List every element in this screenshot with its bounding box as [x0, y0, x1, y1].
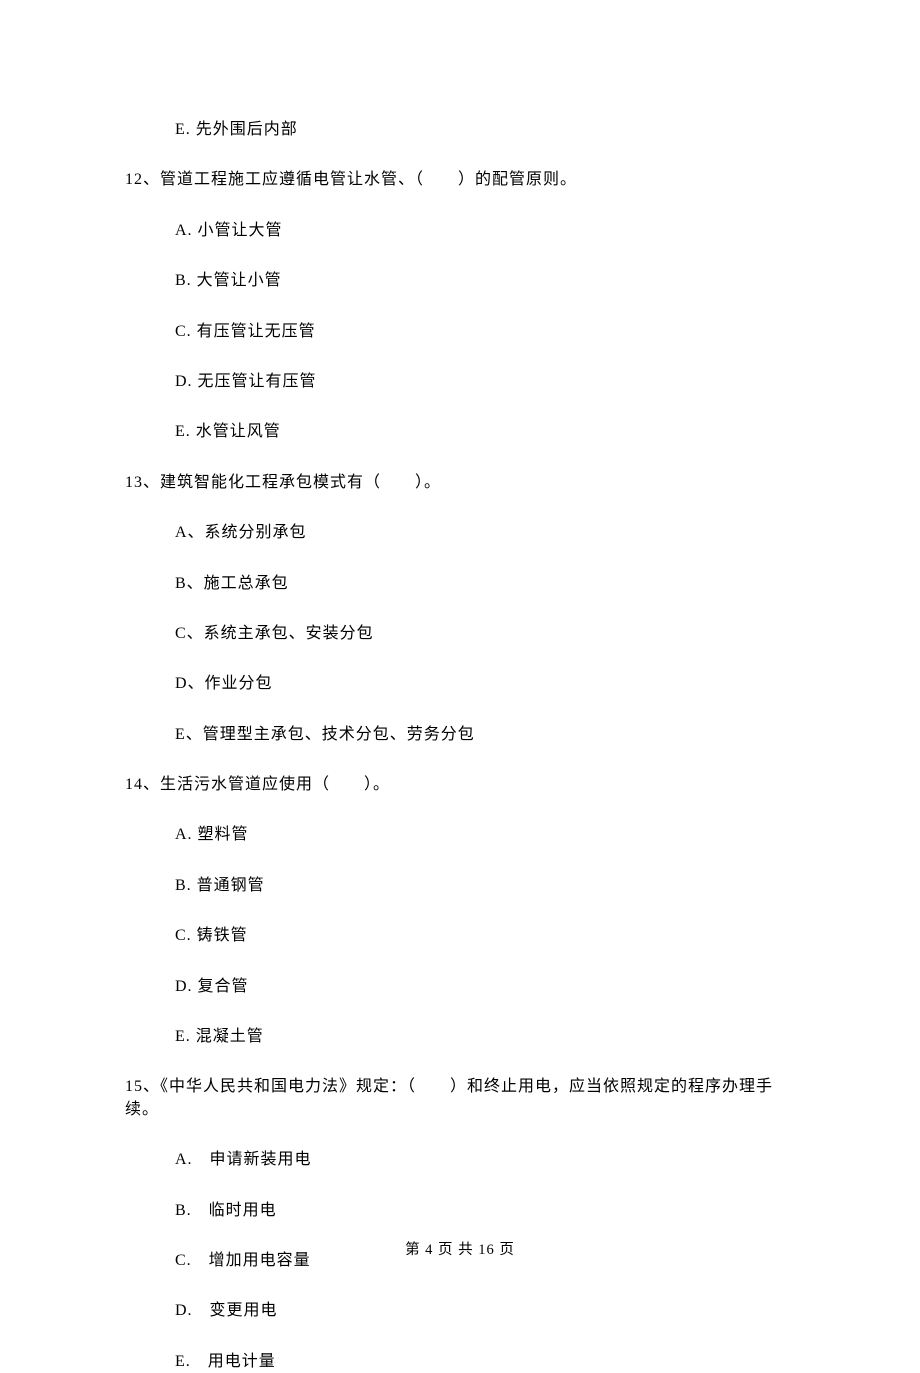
question-15: 15、《中华人民共和国电力法》规定：（ ）和终止用电，应当依照规定的程序办理手续… [125, 1076, 795, 1121]
option-14-a: A. 塑料管 [175, 824, 795, 846]
option-13-a: A、系统分别承包 [175, 522, 795, 544]
option-13-b: B、施工总承包 [175, 573, 795, 595]
option-14-c: C. 铸铁管 [175, 925, 795, 947]
option-13-d: D、作业分包 [175, 673, 795, 695]
option-12-c: C. 有压管让无压管 [175, 321, 795, 343]
option-15-e: E. 用电计量 [175, 1351, 795, 1373]
option-12-d: D. 无压管让有压管 [175, 371, 795, 393]
option-13-e: E、管理型主承包、技术分包、劳务分包 [175, 724, 795, 746]
option-14-e: E. 混凝土管 [175, 1026, 795, 1048]
options-12: A. 小管让大管 B. 大管让小管 C. 有压管让无压管 D. 无压管让有压管 … [175, 220, 795, 444]
option-14-d: D. 复合管 [175, 976, 795, 998]
options-14: A. 塑料管 B. 普通钢管 C. 铸铁管 D. 复合管 E. 混凝土管 [175, 824, 795, 1048]
options-13: A、系统分别承包 B、施工总承包 C、系统主承包、安装分包 D、作业分包 E、管… [175, 522, 795, 746]
question-13: 13、建筑智能化工程承包模式有（ ）。 [125, 472, 795, 494]
question-14: 14、生活污水管道应使用（ ）。 [125, 774, 795, 796]
option-12-a: A. 小管让大管 [175, 220, 795, 242]
orphan-option-e: E. 先外围后内部 [175, 119, 795, 141]
option-15-b: B. 临时用电 [175, 1200, 795, 1222]
options-15: A. 申请新装用电 B. 临时用电 C. 增加用电容量 D. 变更用电 E. 用… [175, 1149, 795, 1373]
page-footer: 第 4 页 共 16 页 [0, 1240, 920, 1260]
option-12-e: E. 水管让风管 [175, 421, 795, 443]
option-15-a: A. 申请新装用电 [175, 1149, 795, 1171]
option-13-c: C、系统主承包、安装分包 [175, 623, 795, 645]
option-14-b: B. 普通钢管 [175, 875, 795, 897]
option-15-d: D. 变更用电 [175, 1300, 795, 1322]
option-12-b: B. 大管让小管 [175, 270, 795, 292]
question-12: 12、管道工程施工应遵循电管让水管、（ ）的配管原则。 [125, 169, 795, 191]
page-content: E. 先外围后内部 12、管道工程施工应遵循电管让水管、（ ）的配管原则。 A.… [0, 0, 920, 1373]
